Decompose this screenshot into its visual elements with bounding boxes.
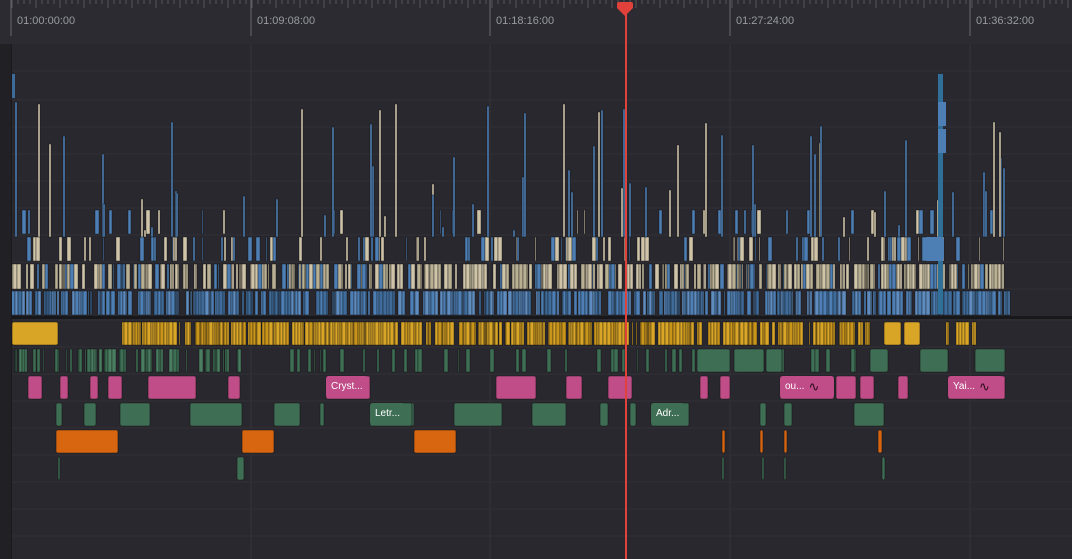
playhead-marker-icon[interactable]	[617, 2, 633, 16]
audio-clip-label[interactable]: Adr...	[651, 403, 685, 425]
timecode-label: 01:09:08:00	[257, 15, 316, 27]
timecode-label: 01:36:32:00	[976, 15, 1035, 27]
timeline-tracks[interactable]	[0, 44, 1072, 559]
audio-clip-label[interactable]: ou... ∿	[780, 376, 834, 398]
playhead-line[interactable]	[625, 6, 627, 559]
timeline-ruler[interactable]: 01:00:00:00 01:09:08:00 01:18:16:00 01:2…	[0, 0, 1072, 45]
track-header-gutter[interactable]	[0, 44, 12, 559]
waveform-icon: ∿	[979, 379, 990, 394]
waveform-icon: ∿	[808, 379, 820, 394]
audio-clip-label[interactable]: Letr...	[370, 403, 406, 425]
timecode-label: 01:27:24:00	[736, 15, 795, 27]
timecode-label: 01:00:00:00	[17, 15, 76, 27]
track-lanes	[0, 44, 1072, 559]
audio-clip-label[interactable]: Yai... ∿	[948, 376, 1003, 398]
timecode-label: 01:18:16:00	[496, 15, 555, 27]
audio-clip-label[interactable]: Cryst...	[326, 376, 368, 398]
